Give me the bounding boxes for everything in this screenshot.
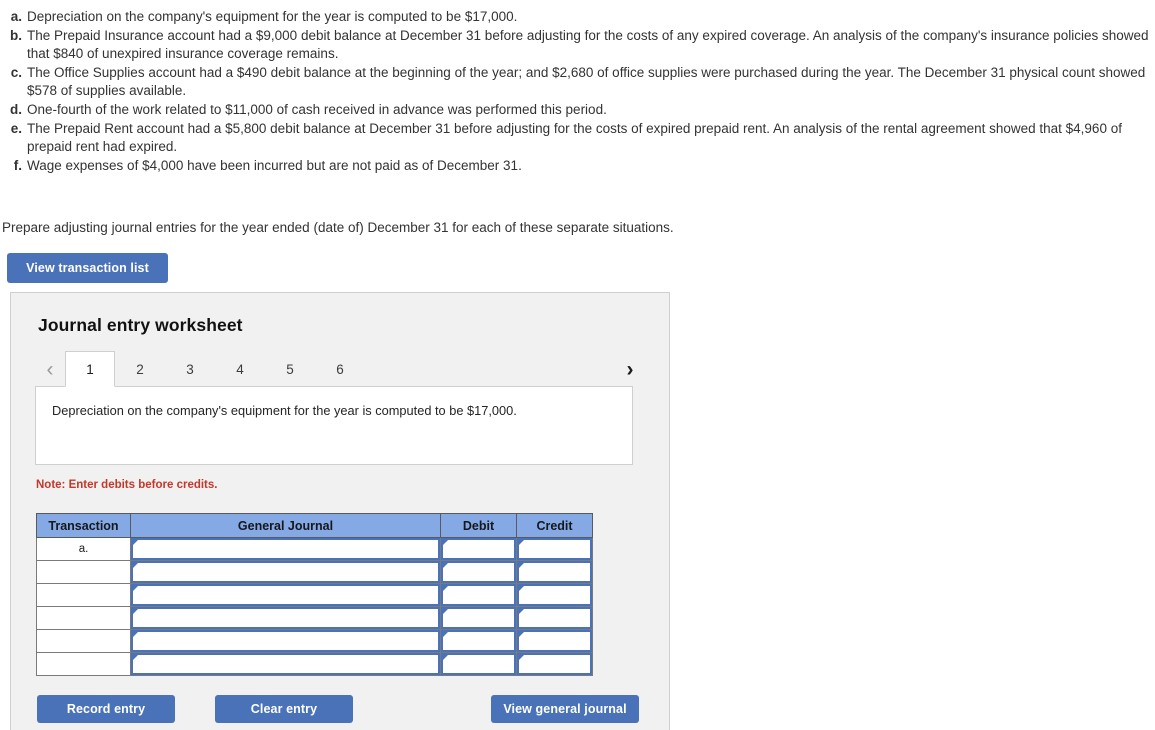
- transaction-label-cell: [36, 606, 131, 630]
- problem-item-a: a. Depreciation on the company's equipme…: [2, 8, 1155, 27]
- problem-item-text: The Prepaid Rent account had a $5,800 de…: [27, 120, 1122, 155]
- table-row: [36, 652, 593, 676]
- transaction-label-cell: [36, 583, 131, 607]
- debit-input[interactable]: [441, 653, 516, 675]
- column-header-credit: Credit: [516, 513, 593, 538]
- general-journal-cell[interactable]: [130, 606, 441, 630]
- problem-statement: a. Depreciation on the company's equipme…: [0, 0, 1155, 175]
- debit-cell[interactable]: [440, 560, 517, 584]
- chevron-right-icon[interactable]: ›: [613, 351, 647, 387]
- clear-entry-button[interactable]: Clear entry: [215, 695, 353, 723]
- general-journal-cell[interactable]: [130, 560, 441, 584]
- problem-item-text: One-fourth of the work related to $11,00…: [27, 101, 607, 117]
- general-journal-cell[interactable]: [130, 537, 441, 561]
- debit-input[interactable]: [441, 584, 516, 606]
- credit-input[interactable]: [517, 607, 592, 629]
- problem-item-letter: d.: [10, 101, 22, 117]
- tab-3[interactable]: 3: [165, 351, 215, 387]
- table-row: a.: [36, 537, 593, 561]
- debit-cell[interactable]: [440, 629, 517, 653]
- problem-item-text: Wage expenses of $4,000 have been incurr…: [27, 157, 522, 173]
- journal-entry-table: Transaction General Journal Debit Credit…: [36, 513, 593, 676]
- problem-item-c: c. The Office Supplies account had a $49…: [2, 64, 1155, 101]
- table-row: [36, 629, 593, 653]
- task-prompt: Prepare adjusting journal entries for th…: [2, 220, 674, 236]
- tab-2[interactable]: 2: [115, 351, 165, 387]
- problem-item-b: b. The Prepaid Insurance account had a $…: [2, 27, 1155, 64]
- general-journal-input[interactable]: [131, 561, 440, 583]
- view-general-journal-button[interactable]: View general journal: [491, 695, 639, 723]
- problem-item-text: The Office Supplies account had a $490 d…: [27, 64, 1146, 99]
- problem-item-letter: c.: [10, 64, 22, 80]
- problem-item-text: The Prepaid Insurance account had a $9,0…: [27, 27, 1149, 62]
- general-journal-cell[interactable]: [130, 652, 441, 676]
- credit-cell[interactable]: [516, 652, 593, 676]
- credit-cell[interactable]: [516, 537, 593, 561]
- problem-item-letter: f.: [13, 157, 22, 173]
- table-row: [36, 606, 593, 630]
- debit-cell[interactable]: [440, 652, 517, 676]
- transaction-label-cell: [36, 652, 131, 676]
- column-header-transaction: Transaction: [36, 513, 131, 538]
- credit-input[interactable]: [517, 561, 592, 583]
- column-header-debit: Debit: [440, 513, 517, 538]
- credit-cell[interactable]: [516, 629, 593, 653]
- chevron-left-icon[interactable]: ‹: [35, 351, 65, 387]
- general-journal-input[interactable]: [131, 653, 440, 675]
- credit-cell[interactable]: [516, 606, 593, 630]
- table-row: [36, 583, 593, 607]
- debit-input[interactable]: [441, 607, 516, 629]
- worksheet-tabstrip: ‹ 1 2 3 4 5 6 ›: [35, 351, 647, 387]
- problem-item-e: e. The Prepaid Rent account had a $5,800…: [2, 120, 1155, 157]
- general-journal-cell[interactable]: [130, 583, 441, 607]
- debit-input[interactable]: [441, 538, 516, 560]
- credit-input[interactable]: [517, 653, 592, 675]
- credit-input[interactable]: [517, 630, 592, 652]
- general-journal-input[interactable]: [131, 607, 440, 629]
- debit-cell[interactable]: [440, 583, 517, 607]
- credit-cell[interactable]: [516, 583, 593, 607]
- debit-input[interactable]: [441, 630, 516, 652]
- credit-cell[interactable]: [516, 560, 593, 584]
- problem-item-letter: e.: [10, 120, 22, 136]
- transaction-label-cell: [36, 629, 131, 653]
- general-journal-cell[interactable]: [130, 629, 441, 653]
- problem-item-f: f. Wage expenses of $4,000 have been inc…: [2, 157, 1155, 176]
- tab-4[interactable]: 4: [215, 351, 265, 387]
- problem-item-text: Depreciation on the company's equipment …: [27, 9, 518, 24]
- journal-entry-worksheet-panel: Journal entry worksheet ‹ 1 2 3 4 5 6 › …: [10, 292, 670, 730]
- worksheet-title: Journal entry worksheet: [38, 315, 243, 335]
- tab-1[interactable]: 1: [65, 351, 115, 387]
- general-journal-input[interactable]: [131, 584, 440, 606]
- credit-input[interactable]: [517, 584, 592, 606]
- tab-6[interactable]: 6: [315, 351, 365, 387]
- transaction-label-cell: [36, 560, 131, 584]
- tab-5[interactable]: 5: [265, 351, 315, 387]
- problem-item-letter: b.: [10, 27, 22, 43]
- table-header-row: Transaction General Journal Debit Credit: [36, 513, 593, 538]
- problem-item-letter: a.: [10, 9, 22, 24]
- record-entry-button[interactable]: Record entry: [37, 695, 175, 723]
- debits-before-credits-note: Note: Enter debits before credits.: [36, 479, 218, 491]
- debit-cell[interactable]: [440, 606, 517, 630]
- view-transaction-list-button[interactable]: View transaction list: [7, 253, 168, 283]
- debit-input[interactable]: [441, 561, 516, 583]
- column-header-general-journal: General Journal: [130, 513, 441, 538]
- general-journal-input[interactable]: [131, 538, 440, 560]
- transaction-label-cell: a.: [36, 537, 131, 561]
- problem-item-d: d. One-fourth of the work related to $11…: [2, 101, 1155, 120]
- table-row: [36, 560, 593, 584]
- transaction-description: Depreciation on the company's equipment …: [35, 386, 633, 465]
- general-journal-input[interactable]: [131, 630, 440, 652]
- debit-cell[interactable]: [440, 537, 517, 561]
- credit-input[interactable]: [517, 538, 592, 560]
